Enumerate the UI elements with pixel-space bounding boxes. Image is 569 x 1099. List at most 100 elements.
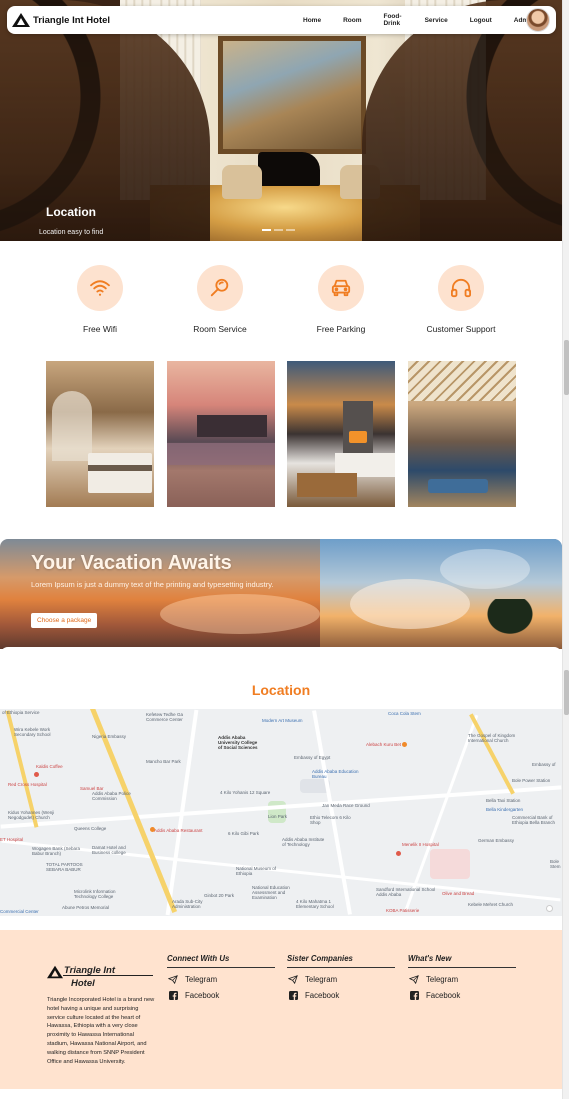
map-hospital-area [430, 849, 470, 879]
feature-label: Free Parking [316, 324, 366, 334]
map-label: Alebach Kuru Bet [366, 742, 402, 747]
headphones-icon [450, 278, 471, 298]
room-photo[interactable] [46, 361, 154, 507]
footer-column-whats-new: What's New Telegram Facebook [408, 954, 516, 1000]
telegram-icon [167, 974, 179, 984]
wifi-icon [90, 280, 110, 296]
footer-link-telegram[interactable]: Telegram [408, 974, 516, 984]
feature-customer-support: Customer Support [411, 265, 511, 334]
footer-brand-underline [63, 975, 153, 976]
footer-column-heading: What's New [408, 954, 516, 968]
banner-cloud [440, 549, 530, 589]
map-label: Ginbot 20 Park [204, 893, 235, 898]
banner-cloud [160, 594, 320, 634]
map-label: Menelik II Hospital [402, 842, 439, 847]
nav-food-drink[interactable]: Food-Drink [383, 13, 402, 27]
map-label: National Museum of Ethiopia [236, 866, 277, 877]
map-label: Mancho Bar Park [146, 759, 181, 764]
feature-icon-circle [77, 265, 123, 311]
car-icon [331, 279, 351, 297]
location-section [0, 647, 562, 709]
map-label: Addis Ababa Restaurant [154, 828, 203, 833]
map-label: Olive and Bread [442, 891, 475, 896]
map-label: Modern Art Museum [262, 718, 303, 723]
feature-icon-circle [197, 265, 243, 311]
hero-carousel[interactable]: Location Location easy to find [0, 0, 562, 241]
footer-column-connect: Connect With Us Telegram Facebook [167, 954, 275, 1000]
location-map[interactable]: of Ethiopia Service Kefetew Tedhe Ga Com… [0, 709, 562, 916]
map-locate-icon[interactable] [546, 905, 553, 912]
banner-cloud [350, 579, 470, 629]
map-label: KOBA Patisserie [386, 908, 420, 913]
map-pin-icon[interactable] [34, 772, 39, 777]
photo-ceiling [408, 361, 516, 401]
scrollbar-thumb[interactable] [564, 670, 569, 715]
nav-logout[interactable]: Logout [470, 17, 492, 24]
map-label: Bella Taxi Station [486, 798, 521, 803]
map-label: Ethio Telecom 6 Kilo Shop [310, 815, 351, 826]
vacation-subtitle: Lorem Ipsum is just a dummy text of the … [31, 580, 274, 589]
map-label: Embassy of Egypt [294, 755, 331, 760]
banner-palm [470, 599, 550, 649]
nav-service[interactable]: Service [425, 17, 448, 24]
lobby-photo[interactable] [408, 361, 516, 507]
footer-link-telegram[interactable]: Telegram [287, 974, 395, 984]
map-label: Lion Park [268, 814, 288, 819]
map-label: Addis Ababa Institute of Technology [282, 837, 325, 848]
map-label: 6 Kilo Gibi Park [228, 831, 260, 836]
facebook-icon [408, 990, 420, 1000]
map-label: Addis Ababa Education Bureau [312, 769, 359, 780]
map-pin-icon[interactable] [150, 827, 155, 832]
carousel-dot[interactable] [262, 229, 271, 231]
map-road [312, 710, 352, 915]
map-label: Wogagen Bank (Sebara Babur Branch) [32, 846, 80, 857]
map-pin-icon[interactable] [396, 851, 401, 856]
footer-link-facebook[interactable]: Facebook [287, 990, 395, 1000]
carousel-dot[interactable] [274, 229, 283, 231]
triangle-logo-icon [47, 965, 63, 979]
suite-photo[interactable] [287, 361, 395, 507]
feature-label: Room Service [193, 324, 247, 334]
brand[interactable]: Triangle Int Hotel [12, 13, 110, 27]
footer-link-telegram[interactable]: Telegram [167, 974, 275, 984]
facebook-icon [287, 990, 299, 1000]
brand-title: Triangle Int Hotel [33, 14, 111, 26]
map-label: Red Cross Hospital [8, 782, 47, 787]
photo-bed-stripe [88, 465, 152, 471]
room-service-icon [210, 278, 229, 297]
resort-photo[interactable] [167, 361, 275, 507]
map-label: Bole Stem [550, 859, 561, 870]
footer-link-facebook[interactable]: Facebook [167, 990, 275, 1000]
map-label: Addis Ababa University College of Social… [218, 735, 258, 751]
facebook-icon [167, 990, 179, 1000]
feature-label: Free Wifi [83, 324, 117, 334]
avatar[interactable] [526, 8, 550, 32]
photo-sofa [428, 479, 488, 493]
map-main-road [469, 713, 515, 795]
map-label: Kebele Mehret Church [468, 902, 514, 907]
photo-window [52, 391, 92, 461]
footer-link-facebook[interactable]: Facebook [408, 990, 516, 1000]
triangle-logo-icon [12, 13, 30, 27]
nav-home[interactable]: Home [303, 17, 321, 24]
photo-building [197, 415, 267, 437]
footer-link-label: Facebook [426, 990, 461, 1000]
feature-free-parking: Free Parking [291, 265, 391, 334]
map-pin-icon[interactable] [402, 742, 407, 747]
map-label: Microlink Information Technology College [74, 889, 116, 900]
page-scrollbar[interactable] [562, 0, 569, 1099]
hero-subcaption: Location easy to find [39, 229, 104, 236]
hero-caption: Location [46, 205, 96, 219]
map-label: Arada Sub-City Administration [172, 899, 203, 910]
map-label: Embassy of [532, 762, 556, 767]
feature-label: Customer Support [426, 324, 496, 334]
nav-room[interactable]: Room [343, 17, 361, 24]
footer-column-sister: Sister Companies Telegram Facebook [287, 954, 395, 1000]
scrollbar-thumb[interactable] [564, 340, 569, 395]
carousel-dot[interactable] [286, 229, 295, 231]
map-label: German Embassy [478, 838, 515, 843]
map-label: Kidus Yohannes (Wenji Negodgudet) Church [8, 810, 55, 821]
map-label: of Ethiopia Service [2, 710, 40, 715]
choose-package-button[interactable]: Choose a package [31, 613, 98, 628]
feature-free-wifi: Free Wifi [50, 265, 150, 334]
